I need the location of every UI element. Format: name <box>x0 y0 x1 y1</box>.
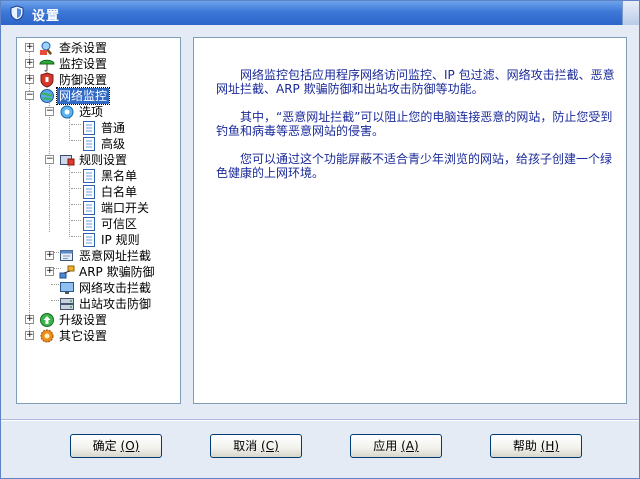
tree-item-label: 防御设置 <box>59 73 108 87</box>
ok-button-label: 确定 <box>92 439 117 453</box>
settings-tree-panel: + 查杀设置 + 监控设置 + 防御设置 − 网络监控 − 选项 普通 高级 −… <box>16 37 181 404</box>
expand-icon[interactable]: + <box>45 267 54 276</box>
page-icon <box>83 201 95 215</box>
collapse-icon[interactable]: − <box>25 91 34 100</box>
cancel-button-accelerator: (C) <box>261 439 279 453</box>
arp-icon <box>59 265 75 279</box>
tree-item-label: 黑名单 <box>101 169 138 183</box>
ok-button-accelerator: (O) <box>120 439 140 453</box>
expand-icon[interactable]: + <box>25 59 34 68</box>
tree-item-label: 高级 <box>101 137 126 151</box>
expand-icon[interactable]: + <box>25 43 34 52</box>
help-button[interactable]: 帮助 (H) <box>490 434 582 458</box>
description-paragraph-1: 网络监控包括应用程序网络访问监控、IP 包过滤、网络攻击拦截、恶意网址拦截、AR… <box>216 68 615 96</box>
description-paragraph-2: 其中，“恶意网址拦截”可以阻止您的电脑连接恶意的网站，防止您受到钓鱼和病毒等恶意… <box>216 110 613 138</box>
tree-item-label: 监控设置 <box>59 57 108 71</box>
gear-icon <box>40 329 54 343</box>
help-button-accelerator: (H) <box>540 439 560 453</box>
tree-item-label: 普通 <box>101 121 126 135</box>
collapse-icon[interactable]: − <box>45 155 54 164</box>
tree-item-label: 其它设置 <box>59 329 108 343</box>
description-text: 网络监控包括应用程序网络访问监控、IP 包过滤、网络攻击拦截、恶意网址拦截、AR… <box>216 68 616 194</box>
rules-icon <box>60 155 75 166</box>
tree-item-label: IP 规则 <box>101 233 140 247</box>
server-icon <box>60 298 74 310</box>
settings-window: 设置 + 查杀设置 + 监控设置 + 防御设置 − 网络监控 − 选项 普通 高… <box>0 0 640 479</box>
expand-icon[interactable]: + <box>25 315 34 324</box>
expand-icon[interactable]: + <box>25 331 34 340</box>
settings-tree: + 查杀设置 + 监控设置 + 防御设置 − 网络监控 − 选项 普通 高级 −… <box>17 38 180 403</box>
description-panel: 网络监控包括应用程序网络访问监控、IP 包过滤、网络攻击拦截、恶意网址拦截、AR… <box>193 37 627 404</box>
page-icon <box>83 121 95 135</box>
expand-icon[interactable]: + <box>25 75 34 84</box>
tree-item-label: ARP 欺骗防御 <box>79 265 155 279</box>
ok-button[interactable]: 确定 (O) <box>70 434 162 458</box>
umbrella-icon <box>39 59 55 72</box>
page-icon <box>83 169 95 183</box>
tree-item-label: 白名单 <box>101 185 138 199</box>
page-icon <box>83 137 95 151</box>
tree-item-label: 端口开关 <box>101 201 150 215</box>
apply-button[interactable]: 应用 (A) <box>350 434 442 458</box>
monitor-icon <box>60 282 74 294</box>
tree-item-label: 网络攻击拦截 <box>79 281 152 295</box>
tree-item-label: 网络监控 <box>55 87 111 105</box>
shield-icon <box>40 72 54 88</box>
title-scroll-strip <box>622 1 639 25</box>
scan-shield-icon <box>40 41 53 55</box>
url-block-icon <box>60 250 73 261</box>
expand-icon[interactable]: + <box>45 251 54 260</box>
apply-button-label: 应用 <box>373 439 398 453</box>
footer-separator <box>1 419 639 421</box>
page-icon <box>83 233 95 247</box>
description-paragraph-3: 您可以通过这个功能屏蔽不适合青少年浏览的网站，给孩子创建一个绿色健康的上网环境。 <box>216 152 613 180</box>
page-icon <box>83 185 95 199</box>
tree-item-label: 可信区 <box>101 217 138 231</box>
tree-item-label: 出站攻击防御 <box>79 297 152 311</box>
tree-item-label: 升级设置 <box>59 313 108 327</box>
title-bar[interactable]: 设置 <box>1 1 639 25</box>
app-shield-icon <box>10 5 24 21</box>
tree-item-label: 恶意网址拦截 <box>79 249 152 263</box>
tree-item-label: 选项 <box>79 105 104 119</box>
help-button-label: 帮助 <box>512 439 537 453</box>
cancel-button-label: 取消 <box>233 439 258 453</box>
tree-item-label: 规则设置 <box>79 153 128 167</box>
apply-button-accelerator: (A) <box>401 439 419 453</box>
tree-item-label: 查杀设置 <box>59 41 108 55</box>
cancel-button[interactable]: 取消 (C) <box>210 434 302 458</box>
window-title: 设置 <box>32 9 61 24</box>
options-gear-icon <box>60 105 74 119</box>
collapse-icon[interactable]: − <box>45 107 54 116</box>
page-icon <box>83 217 95 231</box>
network-globe-icon <box>40 89 54 103</box>
upgrade-icon <box>40 313 54 327</box>
